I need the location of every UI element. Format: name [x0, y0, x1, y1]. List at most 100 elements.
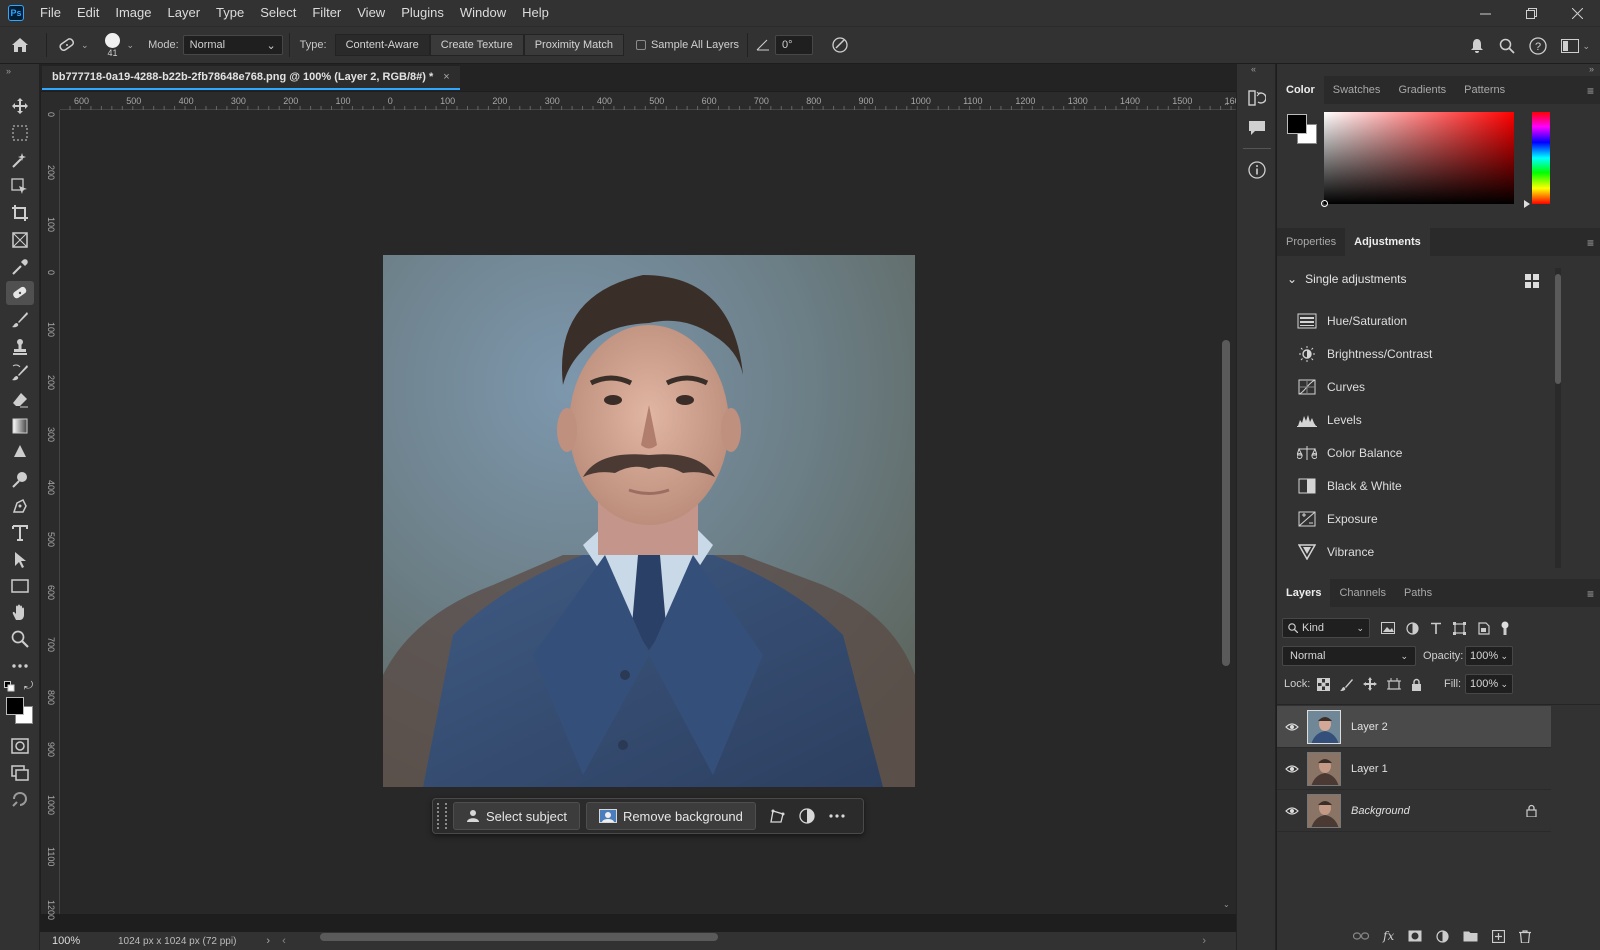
layer-name[interactable]: Layer 2 — [1351, 721, 1388, 733]
adjustment-color-balance[interactable]: Color Balance — [1297, 441, 1402, 465]
tab-channels[interactable]: Channels — [1330, 579, 1394, 607]
filter-toggle-icon[interactable] — [1501, 621, 1509, 635]
path-selection-tool-icon[interactable] — [6, 548, 34, 572]
brush-tool-icon[interactable] — [6, 308, 34, 332]
collapse-panel-icon[interactable]: » — [1589, 64, 1594, 74]
home-icon[interactable] — [0, 37, 40, 53]
filter-type-icon[interactable] — [1430, 622, 1442, 635]
new-adjustment-layer-icon[interactable] — [1436, 929, 1449, 943]
menu-filter[interactable]: Filter — [304, 0, 349, 26]
zoom-level[interactable]: 100% — [52, 935, 112, 947]
angle-input[interactable]: 0° — [775, 35, 813, 55]
vertical-ruler[interactable]: 0 200 100 0 100 200 300 400 500 600 700 800 900 1000 1… — [41, 110, 60, 920]
type-content-aware-button[interactable]: Content-Aware — [334, 34, 430, 56]
quick-mask-icon[interactable] — [6, 734, 34, 758]
lock-all-icon[interactable] — [1411, 678, 1422, 691]
blend-mode-select[interactable]: Normal ⌄ — [1282, 646, 1416, 666]
default-colors-icon[interactable] — [4, 681, 15, 695]
lock-image-pixels-icon[interactable] — [1340, 678, 1353, 691]
panel-menu-icon[interactable]: ≡ — [1587, 587, 1594, 601]
visibility-eye-icon[interactable] — [1277, 764, 1307, 774]
spot-healing-preset-icon[interactable] — [53, 37, 81, 53]
adjustment-levels[interactable]: Levels — [1297, 408, 1362, 432]
vertical-scrollbar[interactable]: ⌃ ⌄ — [1218, 102, 1236, 914]
chevron-down-icon[interactable]: ⌄ — [1500, 651, 1508, 662]
filter-smart-object-icon[interactable] — [1477, 621, 1490, 635]
tab-swatches[interactable]: Swatches — [1324, 76, 1390, 104]
foreground-color-swatch[interactable] — [1287, 114, 1307, 134]
lock-transparent-pixels-icon[interactable] — [1317, 677, 1330, 691]
scroll-down-icon[interactable]: ⌄ — [1223, 900, 1230, 909]
new-group-icon[interactable] — [1463, 930, 1478, 942]
crop-tool-icon[interactable] — [6, 201, 34, 225]
hand-tool-icon[interactable] — [6, 601, 34, 625]
pressure-size-icon[interactable] — [827, 36, 853, 54]
adjustment-exposure[interactable]: Exposure — [1297, 507, 1378, 531]
visibility-eye-icon[interactable] — [1277, 722, 1307, 732]
fill-input[interactable]: 100% ⌄ — [1465, 674, 1513, 694]
layer-filter-select[interactable]: Kind ⌄ — [1282, 618, 1370, 638]
menu-select[interactable]: Select — [252, 0, 304, 26]
link-layers-icon[interactable] — [1353, 931, 1369, 941]
eraser-tool-icon[interactable] — [6, 388, 34, 412]
workspace-switcher-icon[interactable]: ⌄ — [1561, 39, 1590, 53]
close-icon[interactable] — [1554, 0, 1600, 26]
document-tab[interactable]: bb777718-0a19-4288-b22b-2fb78648e768.png… — [42, 66, 460, 90]
lock-icon[interactable] — [1526, 804, 1537, 817]
adjustment-curves[interactable]: Curves — [1297, 375, 1365, 399]
rectangle-tool-icon[interactable] — [6, 574, 34, 598]
adjustment-black-white[interactable]: Black & White — [1297, 474, 1402, 498]
delete-layer-icon[interactable] — [1519, 929, 1532, 943]
blur-tool-icon[interactable] — [6, 441, 34, 465]
add-mask-icon[interactable] — [1408, 930, 1422, 942]
more-tools-icon[interactable] — [6, 654, 34, 678]
spot-healing-brush-tool-icon[interactable] — [6, 281, 34, 305]
scroll-left-icon[interactable]: ‹ — [282, 935, 286, 947]
canvas-photo-portrait[interactable] — [383, 255, 915, 787]
info-panel-icon[interactable] — [1245, 158, 1269, 182]
panel-menu-icon[interactable]: ≡ — [1587, 84, 1594, 98]
hue-slider-handle[interactable] — [1524, 200, 1530, 208]
layer-row-background[interactable]: Background — [1277, 790, 1551, 832]
tab-properties[interactable]: Properties — [1277, 228, 1345, 256]
layer-row-layer-2[interactable]: Layer 2 — [1277, 706, 1551, 748]
gradient-tool-icon[interactable] — [6, 414, 34, 438]
dodge-tool-icon[interactable] — [6, 468, 34, 492]
menu-edit[interactable]: Edit — [69, 0, 107, 26]
lock-position-icon[interactable] — [1363, 677, 1377, 691]
history-panel-icon[interactable] — [1245, 86, 1269, 110]
adjustments-scrollbar[interactable] — [1555, 268, 1561, 568]
brush-size-picker[interactable]: 41 — [103, 32, 123, 58]
swap-colors-icon[interactable]: ⤾ — [24, 680, 33, 693]
tab-patterns[interactable]: Patterns — [1455, 76, 1514, 104]
scroll-right-icon[interactable]: › — [1202, 935, 1206, 947]
adjustments-scroll-thumb[interactable] — [1555, 274, 1561, 384]
pen-tool-icon[interactable] — [6, 494, 34, 518]
help-icon[interactable]: ? — [1529, 37, 1548, 55]
tab-gradients[interactable]: Gradients — [1389, 76, 1455, 104]
single-adjustments-header[interactable]: ⌄ Single adjustments — [1287, 272, 1406, 286]
tab-layers[interactable]: Layers — [1277, 579, 1331, 607]
adjustment-brightness-contrast[interactable]: Brightness/Contrast — [1297, 342, 1432, 366]
collapse-panel-icon[interactable]: » — [6, 66, 11, 76]
filter-pixel-icon[interactable] — [1381, 622, 1395, 634]
frame-select-tool-icon[interactable] — [6, 175, 34, 199]
clone-stamp-tool-icon[interactable] — [6, 335, 34, 359]
chevron-down-icon[interactable]: ⌄ — [81, 40, 89, 51]
layer-name[interactable]: Layer 1 — [1351, 763, 1388, 775]
panel-menu-icon[interactable]: ≡ — [1587, 236, 1594, 250]
drag-handle-icon[interactable] — [437, 803, 447, 829]
adjustment-layer-icon[interactable] — [792, 802, 822, 830]
horizontal-scroll-thumb[interactable] — [320, 933, 718, 941]
visibility-eye-icon[interactable] — [1277, 806, 1307, 816]
menu-layer[interactable]: Layer — [160, 0, 209, 26]
collapse-panel-icon[interactable]: « — [1251, 64, 1256, 74]
chevron-down-icon[interactable]: ⌄ — [127, 40, 135, 51]
frame-tool-icon[interactable] — [6, 228, 34, 252]
menu-image[interactable]: Image — [107, 0, 159, 26]
scroll-up-icon[interactable]: ⌃ — [1223, 102, 1230, 111]
type-tool-icon[interactable] — [6, 521, 34, 545]
sample-all-layers-checkbox[interactable] — [635, 40, 646, 50]
mode-select[interactable]: Normal ⌄ — [182, 35, 283, 55]
marquee-tool-icon[interactable] — [6, 121, 34, 145]
